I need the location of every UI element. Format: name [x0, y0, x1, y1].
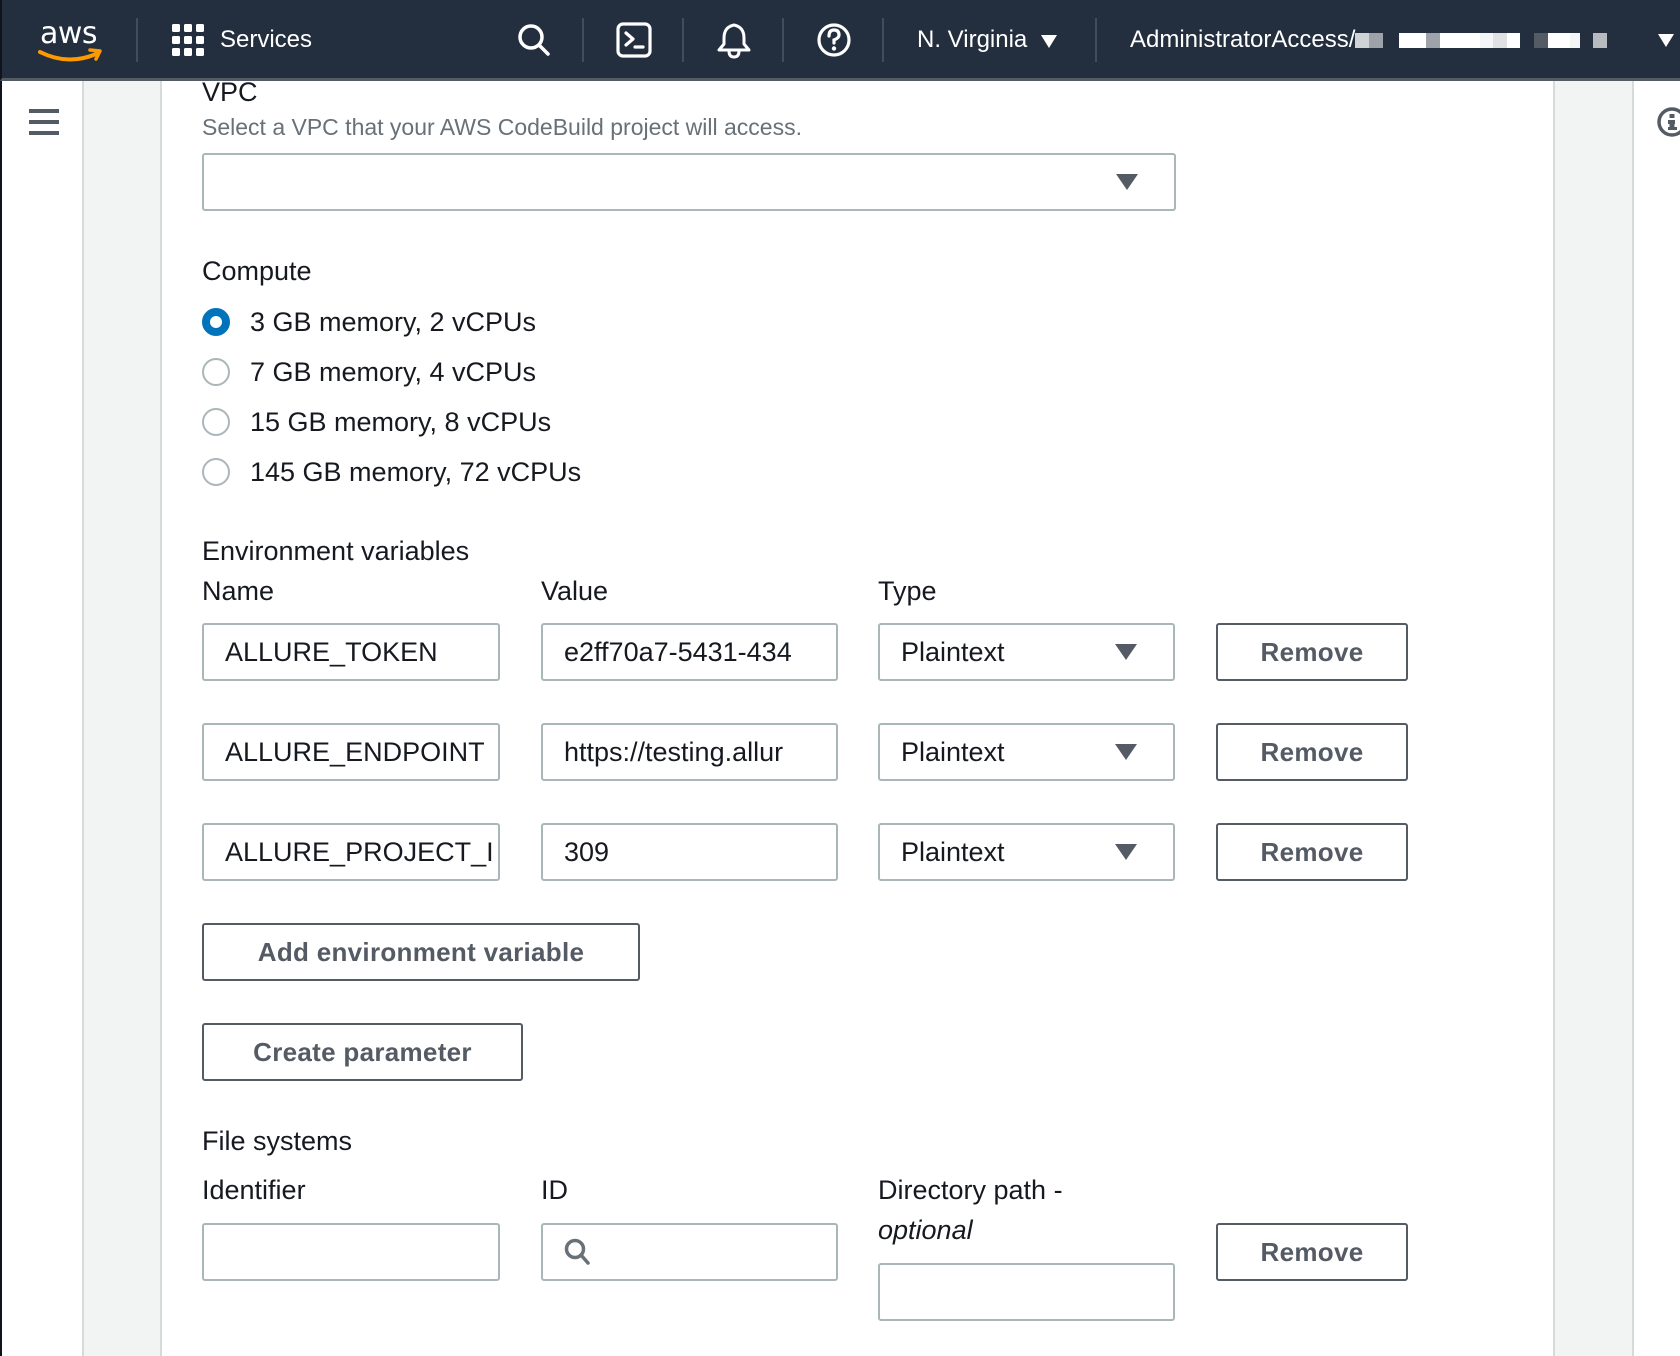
env-type-value: Plaintext	[901, 836, 1005, 867]
nav-divider	[136, 18, 138, 62]
account-caret-icon[interactable]	[1658, 34, 1674, 47]
env-type-value: Plaintext	[901, 736, 1005, 767]
fs-id-header: ID	[541, 1175, 568, 1205]
redacted-account-name	[1355, 32, 1608, 48]
fs-optional-hint: optional	[878, 1215, 973, 1245]
env-type-select[interactable]: Plaintext	[878, 823, 1175, 881]
account-prefix: AdministratorAccess/	[1130, 26, 1356, 53]
account-menu[interactable]: AdministratorAccess/	[1130, 22, 1608, 58]
nav-divider	[782, 18, 784, 62]
aws-smile-icon	[38, 48, 102, 62]
radio-button[interactable]	[202, 408, 230, 436]
env-value-value: e2ff70a7-5431-434	[564, 636, 792, 667]
vpc-label: VPC	[202, 81, 258, 107]
env-value-value: https://testing.allur	[564, 736, 784, 767]
create-parameter-button[interactable]: Create parameter	[202, 1023, 523, 1081]
vpc-description: Select a VPC that your AWS CodeBuild pro…	[202, 114, 802, 140]
env-type-value: Plaintext	[901, 636, 1005, 667]
env-type-header: Type	[878, 576, 937, 606]
env-name-input[interactable]: ALLURE_TOKEN	[202, 623, 500, 681]
caret-down-icon	[1041, 34, 1058, 48]
file-systems-label: File systems	[202, 1126, 353, 1156]
aws-logo[interactable]: aws	[38, 16, 108, 64]
env-type-select[interactable]: Plaintext	[878, 723, 1175, 781]
search-icon	[564, 1238, 590, 1265]
env-value-input[interactable]: e2ff70a7-5431-434	[541, 623, 838, 681]
page-gutter-right	[1553, 81, 1634, 1356]
bell-icon[interactable]	[714, 20, 754, 60]
nav-divider	[1095, 18, 1097, 62]
dropdown-caret-icon	[1115, 744, 1137, 760]
fs-identifier-input[interactable]	[202, 1223, 500, 1281]
compute-option-label: 3 GB memory, 2 vCPUs	[250, 306, 537, 337]
menu-hamburger-icon[interactable]	[29, 109, 59, 135]
nav-divider	[582, 18, 584, 62]
compute-option-7gb[interactable]: 7 GB memory, 4 vCPUs	[202, 354, 536, 390]
info-panel-icon[interactable]	[1656, 106, 1680, 138]
remove-file-system-button[interactable]: Remove	[1216, 1223, 1408, 1281]
env-name-value: ALLURE_PROJECT_I	[225, 836, 494, 867]
env-name-input[interactable]: ALLURE_ENDPOINT	[202, 723, 500, 781]
fs-identifier-header: Identifier	[202, 1175, 306, 1205]
compute-option-3gb[interactable]: 3 GB memory, 2 vCPUs	[202, 304, 536, 340]
compute-label: Compute	[202, 256, 312, 286]
top-navigation-bar: aws Services N. Virginia AdministratorAc…	[0, 0, 1680, 81]
cloudshell-icon[interactable]	[614, 20, 654, 60]
vpc-select[interactable]	[202, 153, 1176, 211]
env-name-value: ALLURE_TOKEN	[225, 636, 438, 667]
nav-divider	[882, 18, 884, 62]
nav-divider	[682, 18, 684, 62]
region-selector[interactable]: N. Virginia	[917, 22, 1058, 58]
remove-env-var-button[interactable]: Remove	[1216, 823, 1408, 881]
page-gutter-left	[82, 81, 162, 1356]
compute-option-145gb[interactable]: 145 GB memory, 72 vCPUs	[202, 454, 581, 490]
services-label: Services	[220, 26, 313, 53]
remove-env-var-button[interactable]: Remove	[1216, 623, 1408, 681]
compute-option-15gb[interactable]: 15 GB memory, 8 vCPUs	[202, 404, 551, 440]
add-environment-variable-button[interactable]: Add environment variable	[202, 923, 640, 981]
radio-button[interactable]	[202, 458, 230, 486]
left-navigation-rail	[0, 81, 82, 1356]
radio-button[interactable]	[202, 358, 230, 386]
fs-id-search-input[interactable]	[541, 1223, 838, 1281]
env-value-input[interactable]: 309	[541, 823, 838, 881]
compute-option-label: 15 GB memory, 8 vCPUs	[250, 406, 552, 437]
search-icon[interactable]	[514, 20, 554, 60]
dropdown-caret-icon	[1116, 174, 1138, 190]
remove-env-var-button[interactable]: Remove	[1216, 723, 1408, 781]
env-type-select[interactable]: Plaintext	[878, 623, 1175, 681]
env-value-header: Value	[541, 576, 609, 606]
project-configuration-form: VPC Select a VPC that your AWS CodeBuild…	[162, 81, 1553, 1356]
env-name-header: Name	[202, 576, 275, 606]
radio-button-selected[interactable]	[202, 308, 230, 336]
dropdown-caret-icon	[1115, 644, 1137, 660]
env-vars-label: Environment variables	[202, 536, 470, 566]
fs-directory-path-input[interactable]	[878, 1263, 1175, 1321]
compute-option-label: 145 GB memory, 72 vCPUs	[250, 456, 582, 487]
env-name-input[interactable]: ALLURE_PROJECT_I	[202, 823, 500, 881]
apps-grid-icon	[172, 24, 204, 56]
fs-directory-header: Directory path -	[878, 1175, 1063, 1205]
region-label: N. Virginia	[917, 26, 1028, 53]
env-name-value: ALLURE_ENDPOINT	[225, 736, 485, 767]
dropdown-caret-icon	[1115, 844, 1137, 860]
services-menu-button[interactable]: Services	[172, 22, 312, 58]
env-value-value: 309	[564, 836, 610, 867]
help-icon[interactable]	[814, 20, 854, 60]
compute-option-label: 7 GB memory, 4 vCPUs	[250, 356, 537, 387]
env-value-input[interactable]: https://testing.allur	[541, 723, 838, 781]
